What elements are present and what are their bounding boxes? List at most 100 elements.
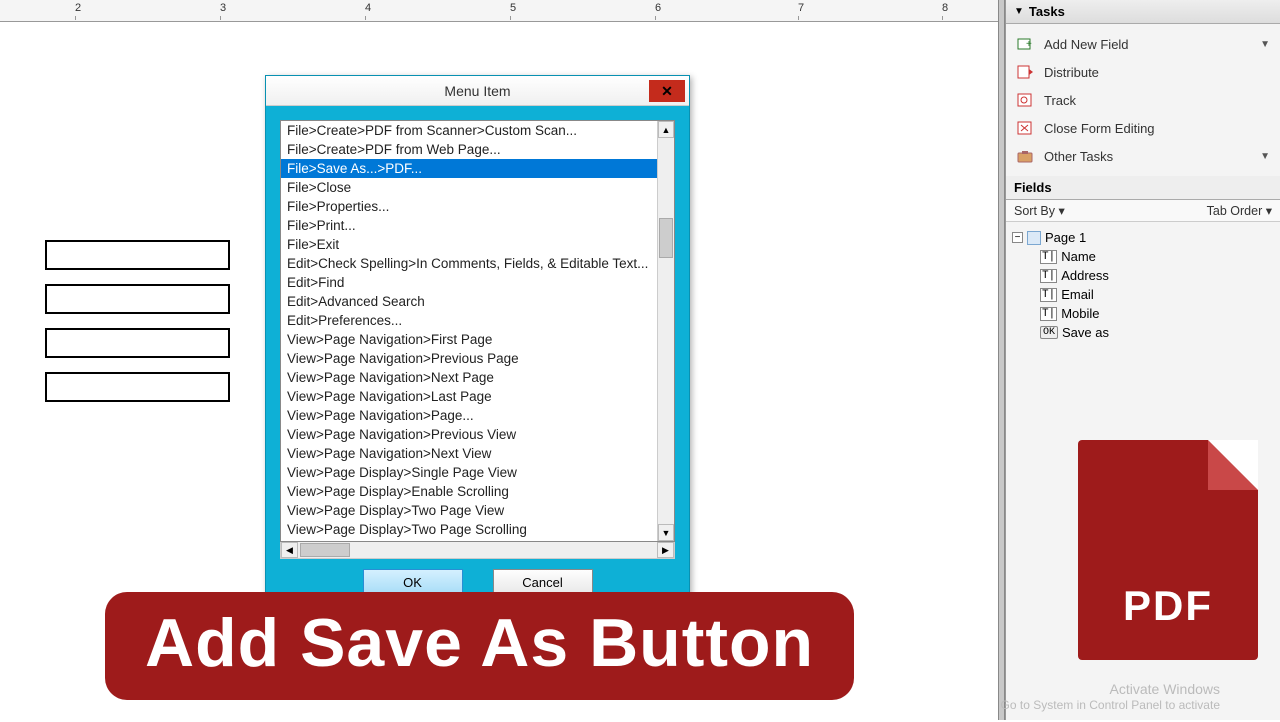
list-item[interactable]: File>Save As...>PDF... <box>281 159 657 178</box>
tasks-panel-header[interactable]: ▼ Tasks <box>1006 0 1280 24</box>
list-item[interactable]: View>Page Navigation>Previous Page <box>281 349 657 368</box>
svg-text:+: + <box>1026 39 1032 50</box>
list-item[interactable]: View>Page Display>Two Page View <box>281 501 657 520</box>
chevron-down-icon[interactable]: ▼ <box>1260 39 1270 50</box>
ruler-mark: 4 <box>365 2 371 14</box>
dialog-titlebar[interactable]: Menu Item ✕ <box>266 76 689 106</box>
field-node[interactable]: T| Mobile <box>1040 304 1274 323</box>
form-field[interactable] <box>45 284 230 314</box>
list-item[interactable]: View>Page Navigation>First Page <box>281 330 657 349</box>
field-node[interactable]: T| Email <box>1040 285 1274 304</box>
task-icon <box>1016 63 1034 81</box>
list-item[interactable]: View>Page Navigation>Next View <box>281 444 657 463</box>
splitter[interactable] <box>998 0 1005 720</box>
field-label: Mobile <box>1061 306 1099 321</box>
task-icon <box>1016 119 1034 137</box>
list-item[interactable]: File>Print... <box>281 216 657 235</box>
list-item[interactable]: File>Create>PDF from Scanner>Custom Scan… <box>281 121 657 140</box>
task-icon: + <box>1016 35 1034 53</box>
scroll-left-icon[interactable]: ◀ <box>281 542 298 558</box>
field-node[interactable]: T| Address <box>1040 266 1274 285</box>
list-item[interactable]: File>Exit <box>281 235 657 254</box>
tree-page-node[interactable]: − Page 1 <box>1012 228 1274 247</box>
tab-order-dropdown[interactable]: Tab Order ▾ <box>1207 203 1272 218</box>
pdf-badge-text: PDF <box>1123 582 1213 630</box>
field-node[interactable]: T|Name <box>1040 247 1274 266</box>
listbox[interactable]: File>Create>PDF from Scanner>Custom Scan… <box>281 121 657 541</box>
task-label: Close Form Editing <box>1044 121 1155 136</box>
list-item[interactable]: File>Close <box>281 178 657 197</box>
ruler-mark: 5 <box>510 2 516 14</box>
scroll-track[interactable] <box>658 138 674 524</box>
form-field[interactable] <box>45 328 230 358</box>
list-item[interactable]: View>Page Display>Two Page Scrolling <box>281 520 657 539</box>
text-field-icon: T| <box>1040 250 1057 264</box>
activation-watermark: Activate Windows Go to System in Control… <box>1001 680 1220 714</box>
page-icon <box>1027 231 1041 245</box>
list-item[interactable]: View>Page Navigation>Next Page <box>281 368 657 387</box>
field-label: Address <box>1061 268 1109 283</box>
list-item[interactable]: View>Page Navigation>Last Page <box>281 387 657 406</box>
list-item[interactable]: View>Page Navigation>Page... <box>281 406 657 425</box>
scroll-thumb[interactable] <box>300 543 350 557</box>
task-label: Distribute <box>1044 65 1099 80</box>
sidebar: ▼ Tasks +Add New Field▼ Distribute Track Cl… <box>1005 0 1280 720</box>
ruler-mark: 3 <box>220 2 226 14</box>
vertical-scrollbar[interactable]: ▲ ▼ <box>657 121 674 541</box>
menu-item-dialog: Menu Item ✕ File>Create>PDF from Scanner… <box>265 75 690 614</box>
fields-panel-header[interactable]: Fields <box>1006 176 1280 200</box>
text-field-icon: T| <box>1040 307 1057 321</box>
list-item[interactable]: Edit>Advanced Search <box>281 292 657 311</box>
list-item[interactable]: Edit>Find <box>281 273 657 292</box>
horizontal-ruler: 2 3 4 5 6 7 8 <box>0 0 1005 22</box>
list-item[interactable]: File>Properties... <box>281 197 657 216</box>
sort-by-dropdown[interactable]: Sort By ▾ <box>1014 203 1065 218</box>
collapse-icon[interactable]: ▼ <box>1014 6 1024 17</box>
tasks-title: Tasks <box>1029 4 1065 19</box>
dialog-title: Menu Item <box>444 83 510 99</box>
task-label: Track <box>1044 93 1076 108</box>
list-item[interactable]: View>Page Display>Single Page View <box>281 463 657 482</box>
tree-children: T|NameT|AddressT|EmailT|MobileOKSave as <box>1012 247 1274 342</box>
close-icon[interactable]: ✕ <box>649 80 685 102</box>
overlay-banner: Add Save As Button <box>105 592 854 700</box>
list-item[interactable]: Edit>Check Spelling>In Comments, Fields,… <box>281 254 657 273</box>
ruler-mark: 7 <box>798 2 804 14</box>
list-item[interactable]: View>Page Navigation>Previous View <box>281 425 657 444</box>
task-item-add-new-field[interactable]: +Add New Field▼ <box>1006 30 1280 58</box>
scroll-right-icon[interactable]: ▶ <box>657 542 674 558</box>
button-field-icon: OK <box>1040 326 1058 339</box>
list-item[interactable]: Edit>Preferences... <box>281 311 657 330</box>
task-icon <box>1016 91 1034 109</box>
list-item[interactable]: View>Zoom>Zoom To... <box>281 539 657 541</box>
form-field[interactable] <box>45 240 230 270</box>
task-item-track[interactable]: Track <box>1006 86 1280 114</box>
scroll-up-icon[interactable]: ▲ <box>658 121 674 138</box>
horizontal-scrollbar[interactable]: ◀ ▶ <box>280 542 675 559</box>
menu-item-list: File>Create>PDF from Scanner>Custom Scan… <box>280 120 675 542</box>
ruler-mark: 2 <box>75 2 81 14</box>
list-item[interactable]: File>Create>PDF from Web Page... <box>281 140 657 159</box>
form-field[interactable] <box>45 372 230 402</box>
scroll-track[interactable] <box>298 542 657 558</box>
fields-toolbar: Sort By ▾ Tab Order ▾ <box>1006 200 1280 222</box>
task-label: Other Tasks <box>1044 149 1113 164</box>
scroll-thumb[interactable] <box>659 218 673 258</box>
task-icon <box>1016 147 1034 165</box>
text-field-icon: T| <box>1040 269 1057 283</box>
fields-title: Fields <box>1014 180 1052 195</box>
text-field-icon: T| <box>1040 288 1057 302</box>
task-item-distribute[interactable]: Distribute <box>1006 58 1280 86</box>
tasks-list: +Add New Field▼ Distribute Track Close Form… <box>1006 24 1280 176</box>
watermark-line: Go to System in Control Panel to activat… <box>1001 698 1220 714</box>
task-item-close-form-editing[interactable]: Close Form Editing <box>1006 114 1280 142</box>
scroll-down-icon[interactable]: ▼ <box>658 524 674 541</box>
list-item[interactable]: View>Page Display>Enable Scrolling <box>281 482 657 501</box>
field-label: Email <box>1061 287 1094 302</box>
chevron-down-icon[interactable]: ▼ <box>1260 151 1270 162</box>
fields-tree: − Page 1 T|NameT|AddressT|EmailT|MobileO… <box>1006 222 1280 348</box>
field-node[interactable]: OKSave as <box>1040 323 1274 342</box>
expander-icon[interactable]: − <box>1012 232 1023 243</box>
task-item-other-tasks[interactable]: Other Tasks ▼ <box>1006 142 1280 170</box>
dialog-body: File>Create>PDF from Scanner>Custom Scan… <box>266 106 689 613</box>
